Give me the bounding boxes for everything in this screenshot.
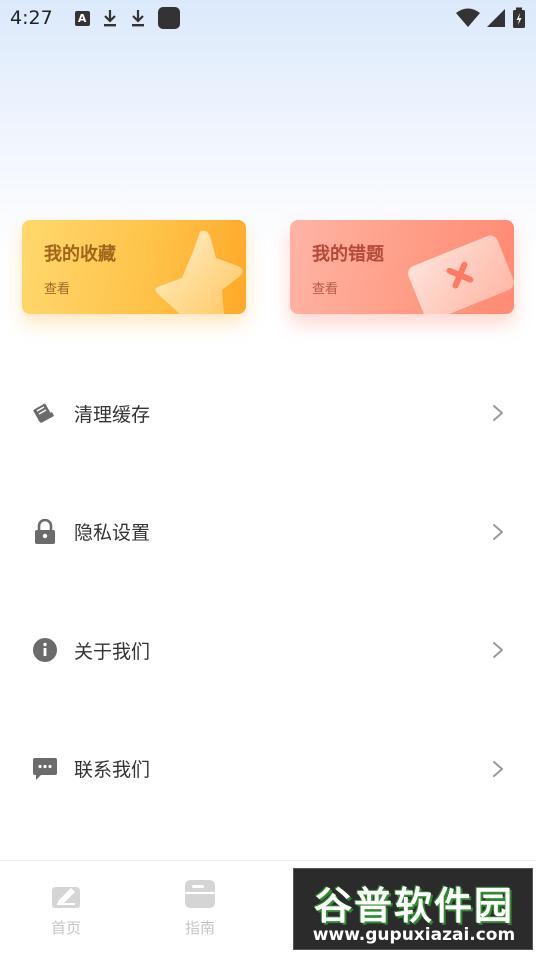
tab-home-label: 首页 xyxy=(50,919,81,937)
menu-item-about-us[interactable]: 关于我们 xyxy=(0,591,536,710)
chevron-right-icon xyxy=(493,642,503,659)
broom-icon xyxy=(32,400,58,426)
chevron-right-icon xyxy=(493,523,503,540)
menu-item-label: 关于我们 xyxy=(74,640,151,663)
tab-guide-label: 指南 xyxy=(184,919,215,937)
watermark-logo: 谷普软件园 www.gupuxiazai.com xyxy=(293,868,533,950)
chevron-right-icon xyxy=(493,760,503,777)
watermark-title: 谷普软件园 xyxy=(313,884,514,928)
menu-item-clear-cache[interactable]: 清理缓存 xyxy=(0,354,536,473)
favorites-view-link[interactable]: 查看 xyxy=(44,278,70,297)
message-icon xyxy=(32,756,58,782)
status-time: 4:27 xyxy=(10,7,53,29)
menu-item-label: 隐私设置 xyxy=(74,522,151,545)
favorites-title: 我的收藏 xyxy=(44,244,116,265)
guide-icon xyxy=(185,880,215,908)
menu-item-label: 联系我们 xyxy=(74,759,151,782)
ticket-x-icon xyxy=(408,235,514,314)
status-bar: 4:27 A xyxy=(0,0,536,36)
favorites-card[interactable]: 我的收藏 查看 xyxy=(22,220,246,314)
tab-home[interactable]: 首页 xyxy=(36,879,96,938)
wrong-questions-view-link[interactable]: 查看 xyxy=(312,278,338,297)
wifi-icon xyxy=(456,8,480,27)
info-icon xyxy=(32,637,58,663)
battery-icon xyxy=(513,7,525,28)
star-icon xyxy=(155,230,243,314)
home-icon xyxy=(52,887,80,908)
download-icon xyxy=(103,10,116,27)
settings-menu: 清理缓存 隐私设置 关于我们 联系我们 xyxy=(0,354,536,828)
watermark-url: www.gupuxiazai.com xyxy=(312,925,516,945)
app-notification-icon xyxy=(157,7,180,29)
wrong-questions-title: 我的错题 xyxy=(312,244,384,265)
chevron-right-icon xyxy=(493,405,503,422)
download-icon xyxy=(131,10,144,27)
notification-a-icon: A xyxy=(74,10,90,26)
cell-signal-icon xyxy=(487,9,505,27)
menu-item-privacy-settings[interactable]: 隐私设置 xyxy=(0,473,536,592)
tab-guide[interactable]: 指南 xyxy=(170,879,230,938)
lock-icon xyxy=(32,518,58,545)
menu-item-label: 清理缓存 xyxy=(74,403,151,426)
menu-item-contact-us[interactable]: 联系我们 xyxy=(0,710,536,829)
wrong-questions-card[interactable]: 我的错题 查看 xyxy=(290,220,514,314)
